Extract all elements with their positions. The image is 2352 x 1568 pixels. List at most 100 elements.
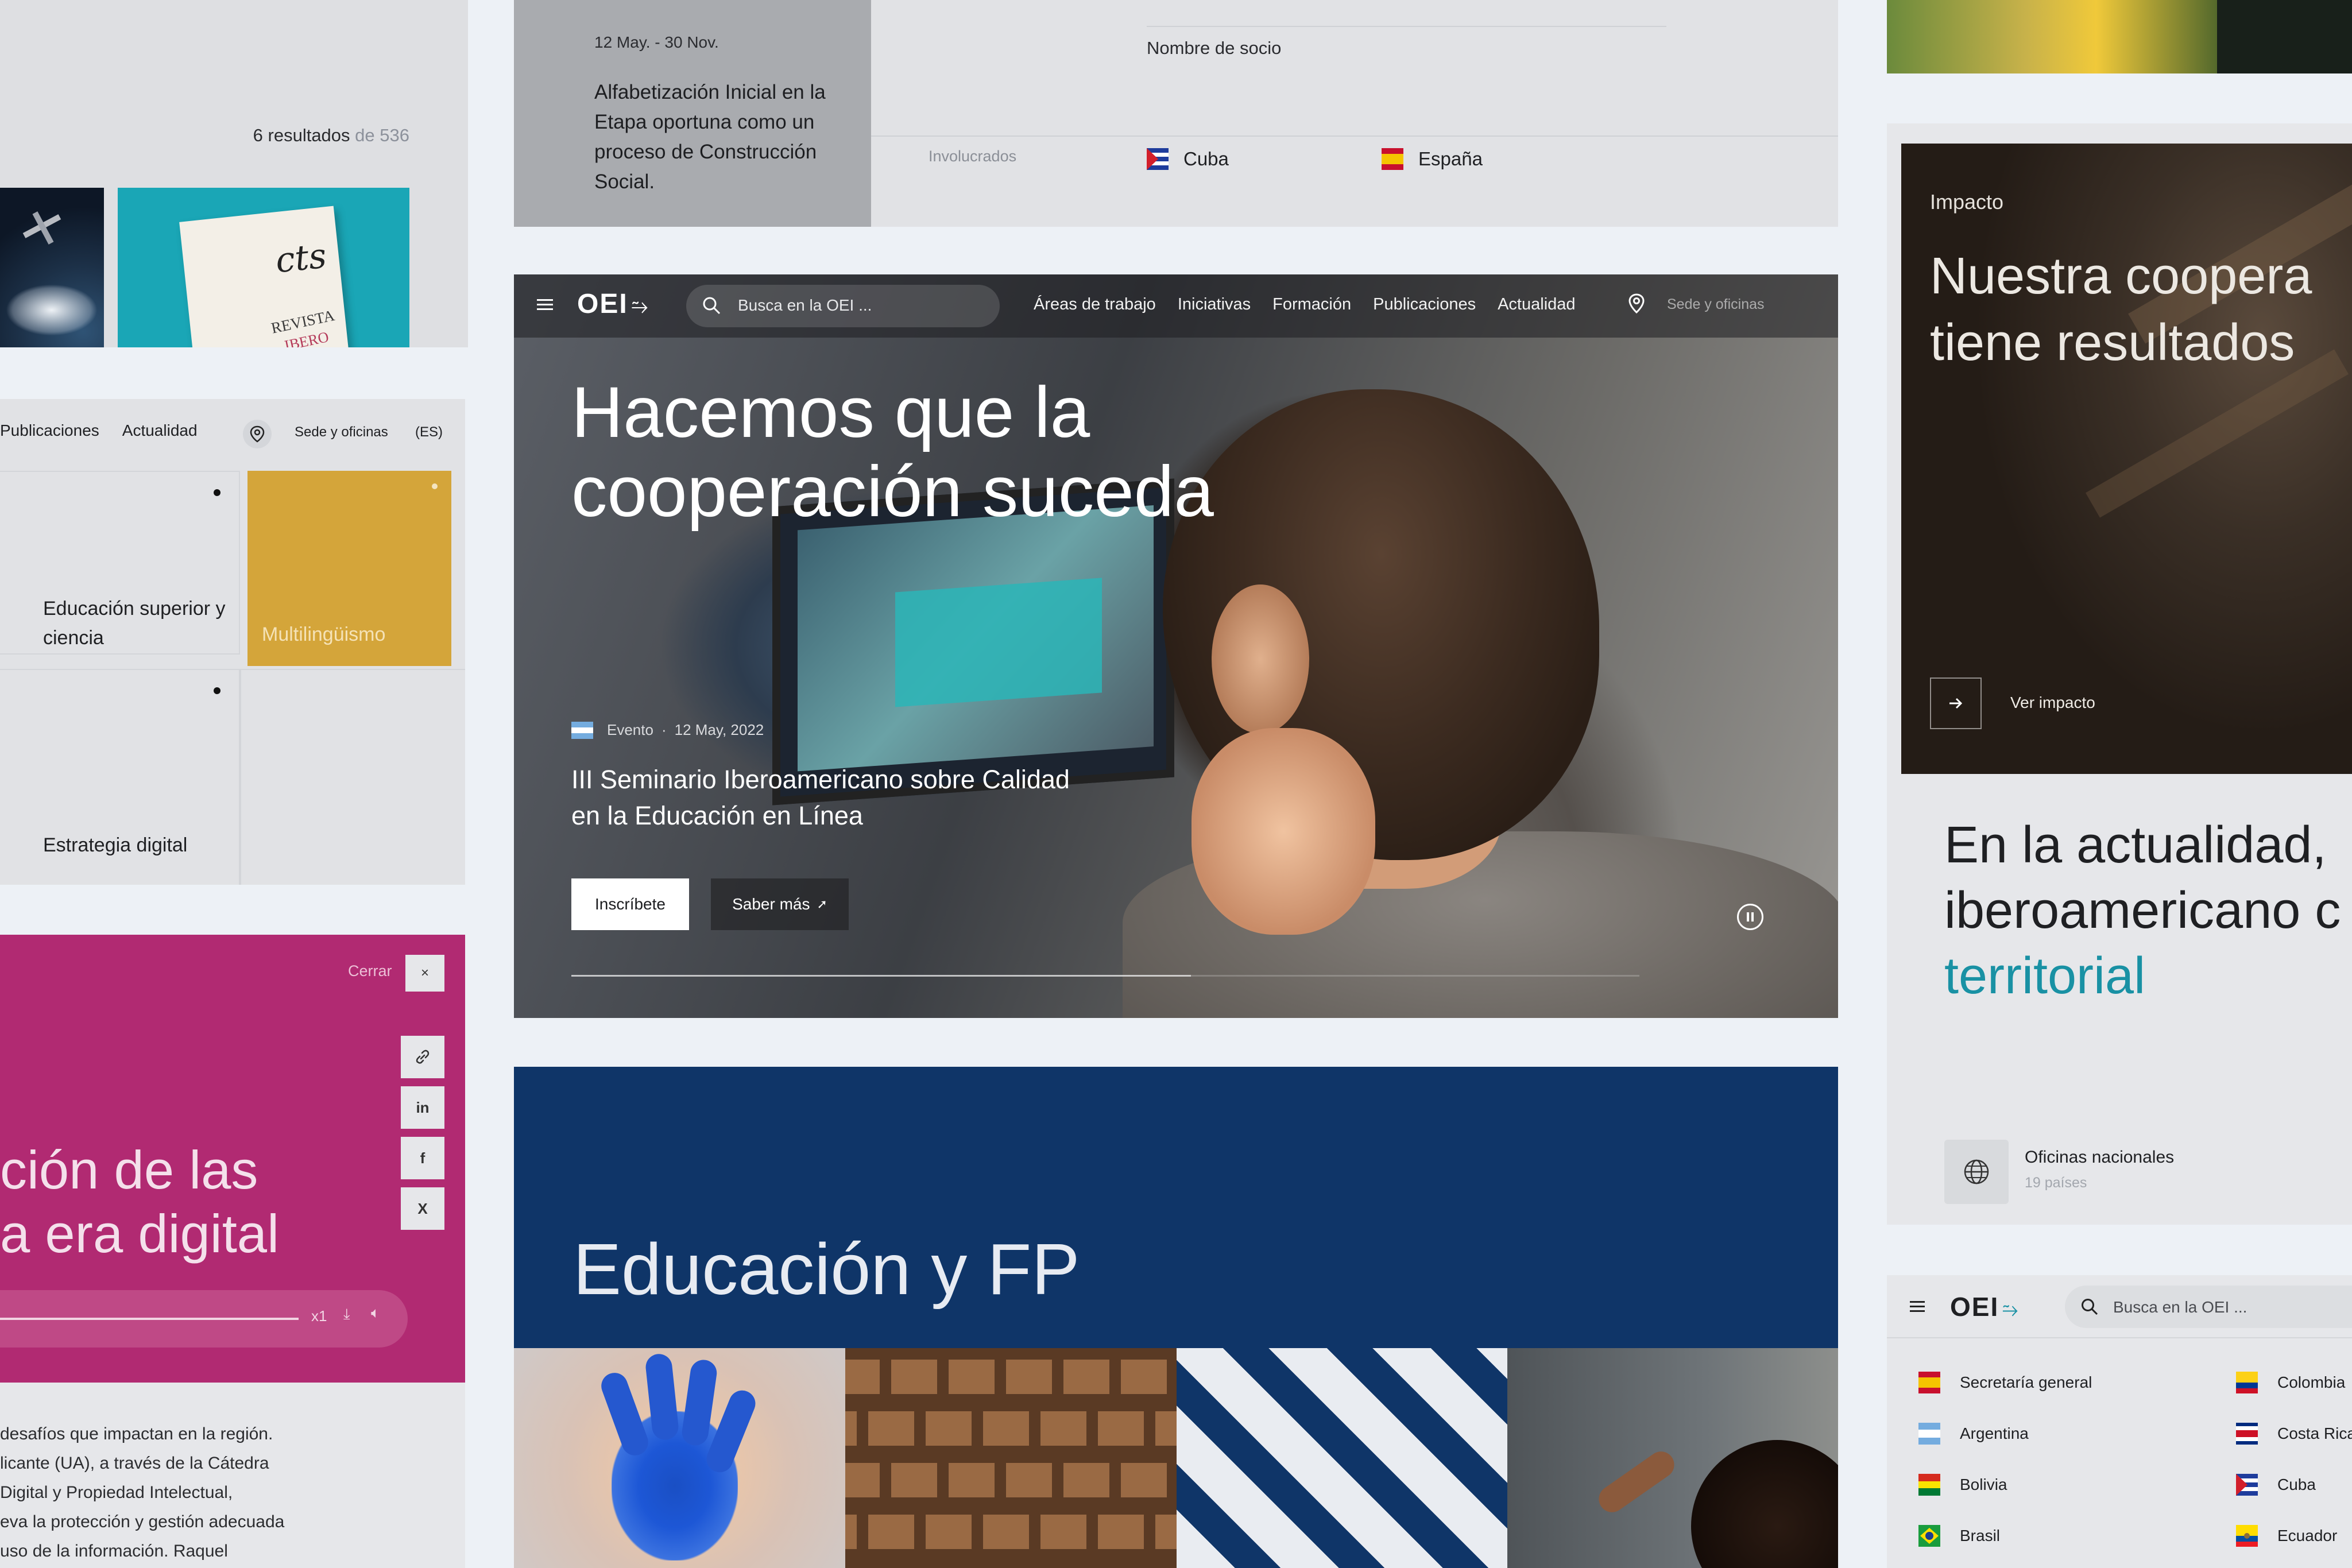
actualidad-line3: territorial [1944,947,2146,1005]
search-placeholder: Busca en la OEI ... [738,296,872,314]
country-name: Secretaría general [1960,1373,2092,1391]
project-description: Alfabetización Inicial en la Etapa oport… [594,81,826,193]
register-button[interactable]: Inscríbete [571,878,689,930]
globe-icon [1944,1140,2009,1204]
tile-multilinguismo[interactable]: Multilingüismo [247,471,451,666]
publication-title: ción de las a era digital [0,1139,279,1266]
actualidad-line1: En la actualidad, [1944,816,2327,874]
arrow-up-right-icon: ➚ [817,897,827,911]
country-secretaria-general[interactable]: Secretaría general [1918,1372,2092,1393]
tile-label: Multilingüismo [262,624,386,645]
top-right-photo[interactable] [1887,0,2352,73]
tile-label: Estrategia digital [43,834,188,856]
country-cuba[interactable]: Cuba [1147,148,1229,170]
nav-areas-de-trabajo[interactable]: Áreas de trabajo [1034,295,1156,314]
country-name: Cuba [1183,148,1229,169]
hamburger-menu-icon[interactable] [537,296,554,313]
tile-estrategia-digital[interactable]: Estrategia digital [0,669,240,885]
tile-empty [240,669,465,885]
body-line: licante (UA), a través de la Cátedra [0,1454,269,1473]
partner-name-label: Nombre de socio [1147,38,1282,58]
painted-hand-image[interactable] [514,1348,845,1568]
country-name: Costa Rica [2277,1424,2352,1442]
brazil-flag-icon [1918,1525,1940,1547]
country-cuba[interactable]: Cuba [2236,1474,2316,1496]
hero-headline: Hacemos que la cooperación suceda [571,373,1214,532]
stripes-pattern-image[interactable] [1177,1348,1507,1568]
offices-label[interactable]: Oficinas nacionales [2025,1148,2174,1167]
space-station-thumbnail[interactable] [0,188,104,347]
slide-progress-bar [571,975,1639,977]
location-pin-icon[interactable] [1628,293,1645,314]
location-label[interactable]: Sede y oficinas [1667,296,1765,313]
country-costa-rica[interactable]: Costa Rica [2236,1423,2352,1445]
close-label[interactable]: Cerrar [348,962,392,980]
logo-bird-icon: ⥲ [2002,1299,2020,1321]
event-title[interactable]: III Seminario Iberoamericano sobre Calid… [571,761,1088,834]
country-name: Bolivia [1960,1476,2007,1493]
tile-educacion-superior[interactable]: Educación superior y ciencia [0,471,240,655]
volume-icon[interactable]: 🔈︎ [371,1304,380,1322]
ecuador-flag-icon [2236,1525,2258,1547]
cuba-flag-icon [1147,148,1169,170]
language-selector[interactable]: (ES) [415,424,443,440]
nav-link-publicaciones[interactable]: Publicaciones [0,421,99,440]
hamburger-menu-icon[interactable] [1910,1299,1926,1314]
argentina-flag-icon [571,721,593,739]
publication-title-line2: a era digital [0,1203,279,1264]
chalkboard-student-image[interactable] [1507,1348,1838,1568]
offices-count: 19 países [2025,1175,2087,1191]
tile-dot-icon [214,687,220,694]
nav-formacion[interactable]: Formación [1272,295,1351,314]
country-name: Brasil [1960,1527,2001,1544]
audio-progress-track[interactable] [0,1318,299,1320]
nav-iniciativas[interactable]: Iniciativas [1178,295,1251,314]
event-meta: Evento · 12 May, 2022 [571,721,764,739]
oei-logo[interactable]: OEI ⥲ [1950,1291,2019,1322]
tile-dot-icon [432,483,438,489]
nav-actualidad[interactable]: Actualidad [1498,295,1575,314]
country-brasil[interactable]: Brasil [1918,1525,2000,1547]
country-bolivia[interactable]: Bolivia [1918,1474,2007,1496]
country-espana[interactable]: España [1382,148,1483,170]
revista-ibero-thumbnail[interactable]: cts REVISTA IBERO [118,188,409,347]
spain-flag-icon [1918,1372,1940,1393]
location-label[interactable]: Sede y oficinas [295,424,388,440]
view-impact-link[interactable]: Ver impacto [2010,694,2095,712]
body-line: eva la protección y gestión adecuada [0,1512,285,1531]
facebook-icon: f [420,1149,425,1167]
arrow-right-icon[interactable] [1930,677,1982,729]
copy-link-button[interactable] [401,1036,444,1078]
publication-share-card: Cerrar × in f X ción de las a era digita… [0,935,465,1383]
country-colombia[interactable]: Colombia [2236,1372,2345,1393]
publication-title-line1: ción de las [0,1140,258,1200]
link-icon [416,1050,430,1064]
location-pin-icon[interactable] [243,420,272,448]
playback-speed-button[interactable]: x1 [311,1307,327,1325]
learn-more-button[interactable]: Saber más ➚ [711,878,849,930]
event-type: Evento [607,721,653,738]
country-argentina[interactable]: Argentina [1918,1423,2029,1445]
search-input[interactable]: Busca en la OEI ... [2065,1286,2352,1328]
nav-link-actualidad[interactable]: Actualidad [122,421,198,440]
download-icon[interactable]: ⤓ [343,1305,350,1323]
close-button[interactable]: × [405,955,444,992]
involved-label: Involucrados [929,148,1017,165]
oei-logo[interactable]: OEI ⥲ [577,288,649,320]
spain-flag-icon [1382,148,1403,170]
actualidad-line2: iberoamericano c [1944,882,2341,939]
impact-card: Impacto Nuestra coopera tiene resultados… [1887,123,2352,1225]
pause-icon[interactable] [1737,904,1763,930]
share-linkedin-button[interactable]: in [401,1086,444,1129]
auditorium-seats-image[interactable] [845,1348,1177,1568]
share-facebook-button[interactable]: f [401,1137,444,1179]
nav-publicaciones[interactable]: Publicaciones [1373,295,1476,314]
main-nav: Áreas de trabajo Iniciativas Formación P… [1034,295,1597,314]
book-cover-image: cts REVISTA IBERO [179,206,349,347]
section-title: Educación y FP [573,1229,1080,1310]
search-input[interactable]: Busca en la OEI ... [686,285,1000,327]
country-ecuador[interactable]: Ecuador [2236,1525,2337,1547]
project-dates: 12 May. - 30 Nov. [594,33,719,51]
event-date: 12 May, 2022 [674,721,764,738]
share-x-button[interactable]: X [401,1187,444,1230]
